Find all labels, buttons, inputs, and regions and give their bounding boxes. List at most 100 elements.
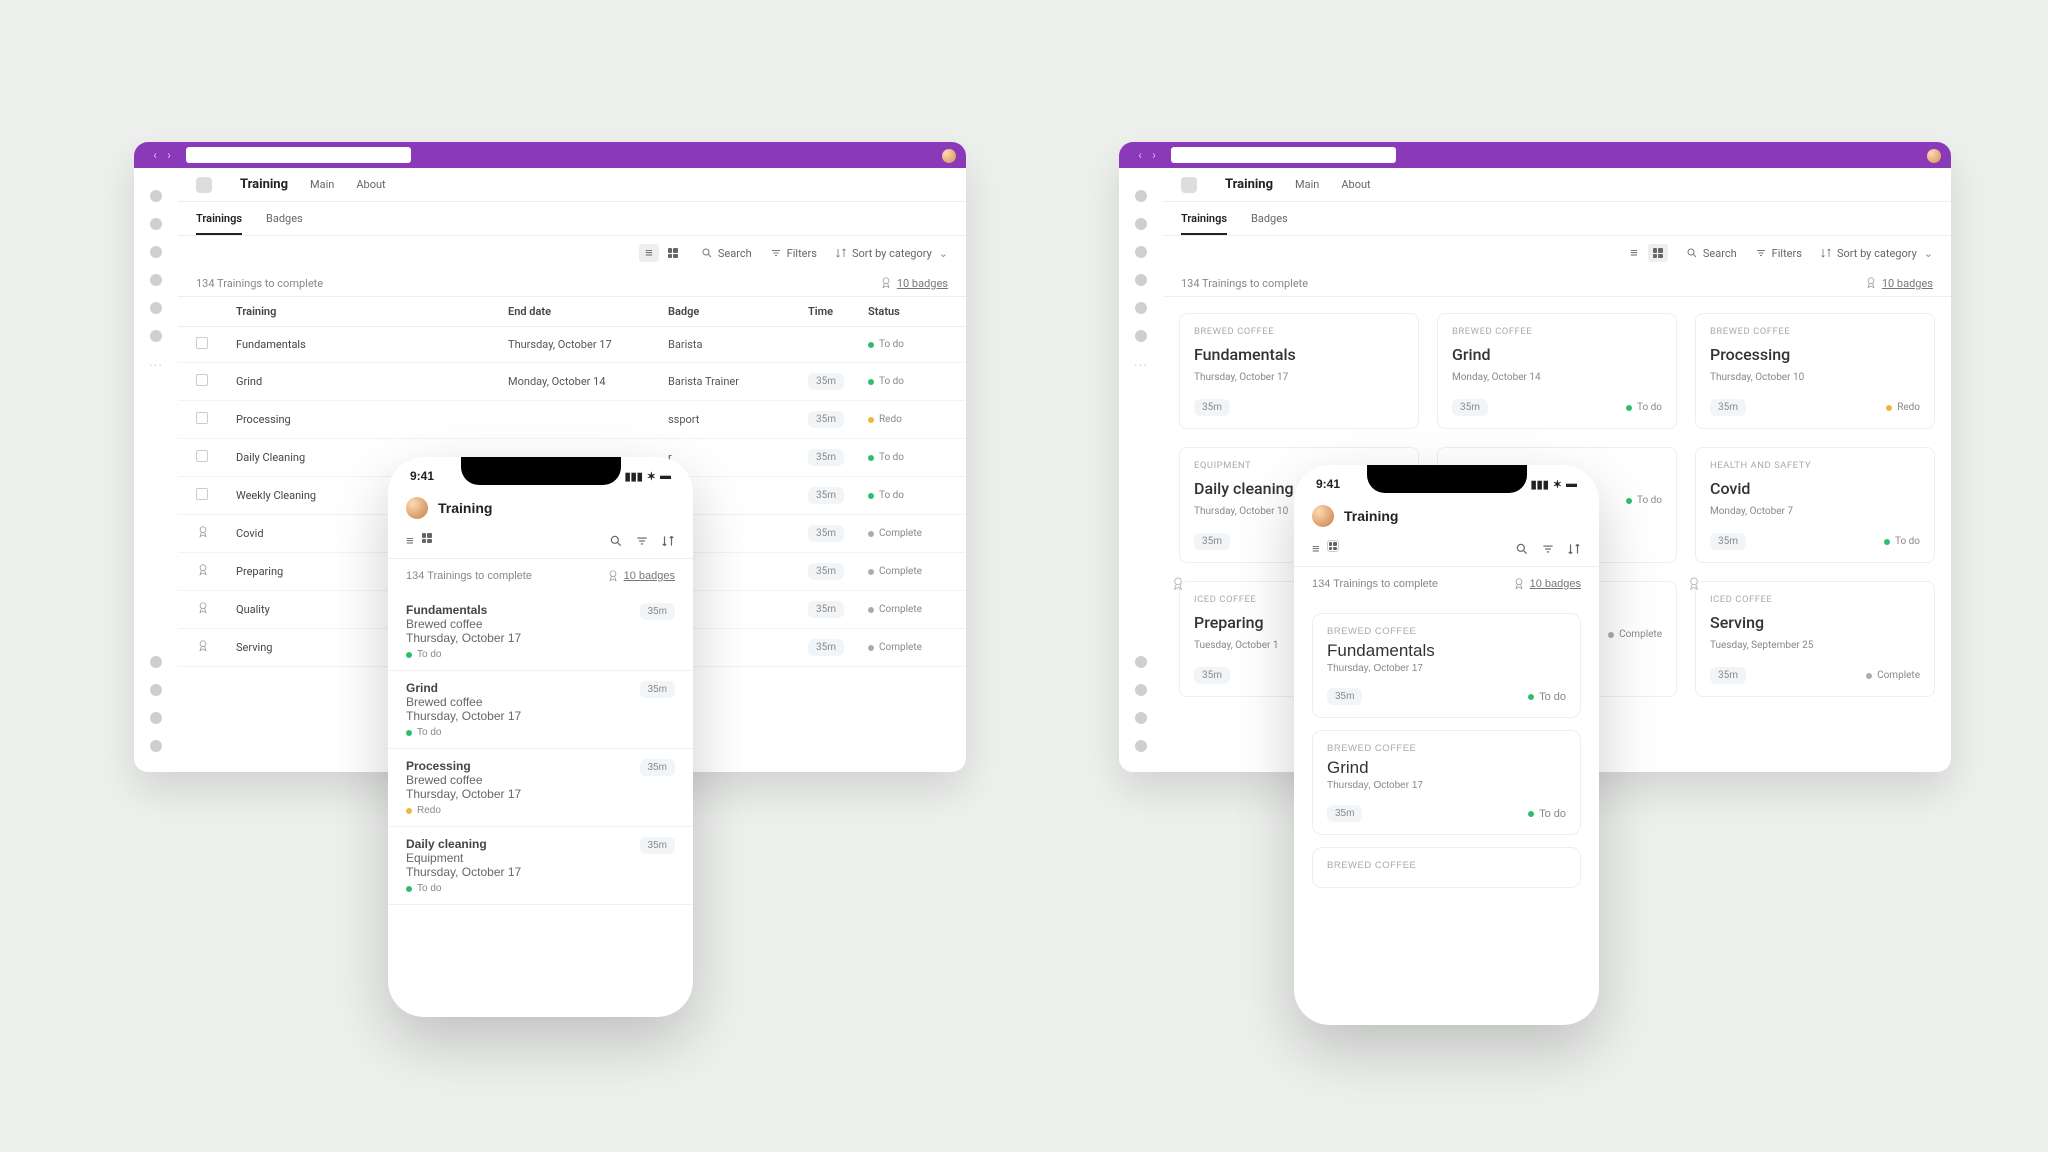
filters-tool[interactable]: Filters xyxy=(1755,247,1802,260)
rail-item[interactable] xyxy=(1135,302,1147,314)
time-pill: 35m xyxy=(808,601,844,618)
left-rail: ··· xyxy=(134,168,178,772)
rail-item[interactable] xyxy=(150,302,162,314)
phone-list-item[interactable]: Processing Brewed coffee Thursday, Octob… xyxy=(388,749,693,827)
status-label: To do xyxy=(1539,808,1566,820)
phone-list-item[interactable]: Daily cleaning Equipment Thursday, Octob… xyxy=(388,827,693,905)
rail-item[interactable] xyxy=(150,656,162,668)
list-icon[interactable] xyxy=(406,533,414,548)
search-icon[interactable] xyxy=(1515,542,1529,556)
training-card[interactable]: Health and Safety Covid Monday, October … xyxy=(1695,447,1935,563)
training-card[interactable]: Iced Coffee Serving Tuesday, September 2… xyxy=(1695,581,1935,697)
list-icon[interactable] xyxy=(1312,541,1320,556)
profile-avatar[interactable] xyxy=(942,149,956,163)
tab-badges[interactable]: Badges xyxy=(1251,212,1288,235)
phone-card[interactable]: Brewed Coffee Grind Thursday, October 17… xyxy=(1312,730,1581,835)
rail-more[interactable]: ··· xyxy=(149,358,163,374)
avatar[interactable] xyxy=(1312,505,1334,527)
badge-icon xyxy=(196,639,210,653)
row-badge: Barista xyxy=(668,338,808,351)
rail-item[interactable] xyxy=(150,246,162,258)
rail-item[interactable] xyxy=(1135,740,1147,752)
tab-trainings[interactable]: Trainings xyxy=(196,212,242,235)
filter-icon[interactable] xyxy=(635,534,649,548)
rail-item[interactable] xyxy=(1135,246,1147,258)
rail-item[interactable] xyxy=(150,218,162,230)
url-bar[interactable] xyxy=(186,147,411,163)
table-row[interactable]: Grind Monday, October 14 Barista Trainer… xyxy=(178,363,966,401)
training-card[interactable]: Brewed Coffee Processing Thursday, Octob… xyxy=(1695,313,1935,429)
phone-list-item[interactable]: Grind Brewed coffee Thursday, October 17… xyxy=(388,671,693,749)
search-tool[interactable]: Search xyxy=(701,247,752,260)
item-title: Daily cleaning xyxy=(406,837,675,851)
rail-item[interactable] xyxy=(150,712,162,724)
item-title: Processing xyxy=(406,759,675,773)
status-label: Redo xyxy=(879,414,902,425)
nav-back-icon[interactable]: ‹ xyxy=(148,148,162,162)
rail-more[interactable]: ··· xyxy=(1134,358,1148,374)
nav-back-icon[interactable]: ‹ xyxy=(1133,148,1147,162)
sort-icon[interactable] xyxy=(661,534,675,548)
nav-fwd-icon[interactable]: › xyxy=(1147,148,1161,162)
table-row[interactable]: Processing ssport 35m Redo xyxy=(178,401,966,439)
rail-item[interactable] xyxy=(1135,274,1147,286)
nav-main[interactable]: Main xyxy=(310,178,334,191)
summary-bar: 134 Trainings to complete 10 badges xyxy=(178,270,966,297)
status-dot xyxy=(868,569,874,575)
status-label: To do xyxy=(417,727,441,738)
phone-mock-right: 9:41 ▮▮▮ ✶ ▬ Training 134 Trainings to c… xyxy=(1294,465,1599,1025)
phone-card[interactable]: Brewed Coffee Fundamentals Thursday, Oct… xyxy=(1312,613,1581,718)
nav-main[interactable]: Main xyxy=(1295,178,1319,191)
rail-item[interactable] xyxy=(150,190,162,202)
rail-item[interactable] xyxy=(1135,712,1147,724)
training-card[interactable]: Brewed Coffee Fundamentals Thursday, Oct… xyxy=(1179,313,1419,429)
phone-list-item[interactable]: Fundamentals Brewed coffee Thursday, Oct… xyxy=(388,593,693,671)
card-title: Fundamentals xyxy=(1194,345,1404,364)
table-row[interactable]: Fundamentals Thursday, October 17 Barist… xyxy=(178,327,966,363)
phone-badges-link[interactable]: 10 badges xyxy=(606,569,675,583)
rail-item[interactable] xyxy=(150,740,162,752)
rail-item[interactable] xyxy=(1135,656,1147,668)
filter-icon xyxy=(1755,247,1767,259)
row-date: Monday, October 14 xyxy=(508,375,668,388)
phone-badges-link[interactable]: 10 badges xyxy=(1512,577,1581,591)
rail-item[interactable] xyxy=(150,684,162,696)
badge-icon xyxy=(196,601,210,615)
profile-avatar[interactable] xyxy=(1927,149,1941,163)
item-date: Thursday, October 17 xyxy=(406,631,675,645)
nav-fwd-icon[interactable]: › xyxy=(162,148,176,162)
filters-tool[interactable]: Filters xyxy=(770,247,817,260)
sort-tool[interactable]: Sort by category xyxy=(1820,247,1933,260)
card-date: Thursday, October 17 xyxy=(1327,663,1566,674)
view-grid-button[interactable] xyxy=(1648,244,1668,262)
grid-icon[interactable] xyxy=(422,533,432,543)
card-category: Brewed Coffee xyxy=(1327,626,1566,637)
training-card[interactable]: Brewed Coffee Grind Monday, October 14 3… xyxy=(1437,313,1677,429)
sort-tool[interactable]: Sort by category xyxy=(835,247,948,260)
search-tool[interactable]: Search xyxy=(1686,247,1737,260)
view-list-button[interactable] xyxy=(1624,244,1644,262)
search-icon[interactable] xyxy=(609,534,623,548)
badges-link[interactable]: 10 badges xyxy=(879,276,948,290)
view-list-button[interactable] xyxy=(639,244,659,262)
badges-link[interactable]: 10 badges xyxy=(1864,276,1933,290)
rail-item[interactable] xyxy=(150,330,162,342)
nav-about[interactable]: About xyxy=(356,178,385,191)
tab-badges[interactable]: Badges xyxy=(266,212,303,235)
grid-icon[interactable] xyxy=(1328,541,1338,551)
time-pill: 35m xyxy=(1710,533,1746,550)
phone-card[interactable]: Brewed Coffee xyxy=(1312,847,1581,888)
avatar[interactable] xyxy=(406,497,428,519)
rail-item[interactable] xyxy=(1135,684,1147,696)
rail-item[interactable] xyxy=(1135,218,1147,230)
rail-item[interactable] xyxy=(1135,190,1147,202)
time-pill: 35m xyxy=(1194,399,1230,416)
rail-item[interactable] xyxy=(1135,330,1147,342)
filter-icon[interactable] xyxy=(1541,542,1555,556)
rail-item[interactable] xyxy=(150,274,162,286)
nav-about[interactable]: About xyxy=(1341,178,1370,191)
sort-icon[interactable] xyxy=(1567,542,1581,556)
view-grid-button[interactable] xyxy=(663,244,683,262)
url-bar[interactable] xyxy=(1171,147,1396,163)
tab-trainings[interactable]: Trainings xyxy=(1181,212,1227,235)
